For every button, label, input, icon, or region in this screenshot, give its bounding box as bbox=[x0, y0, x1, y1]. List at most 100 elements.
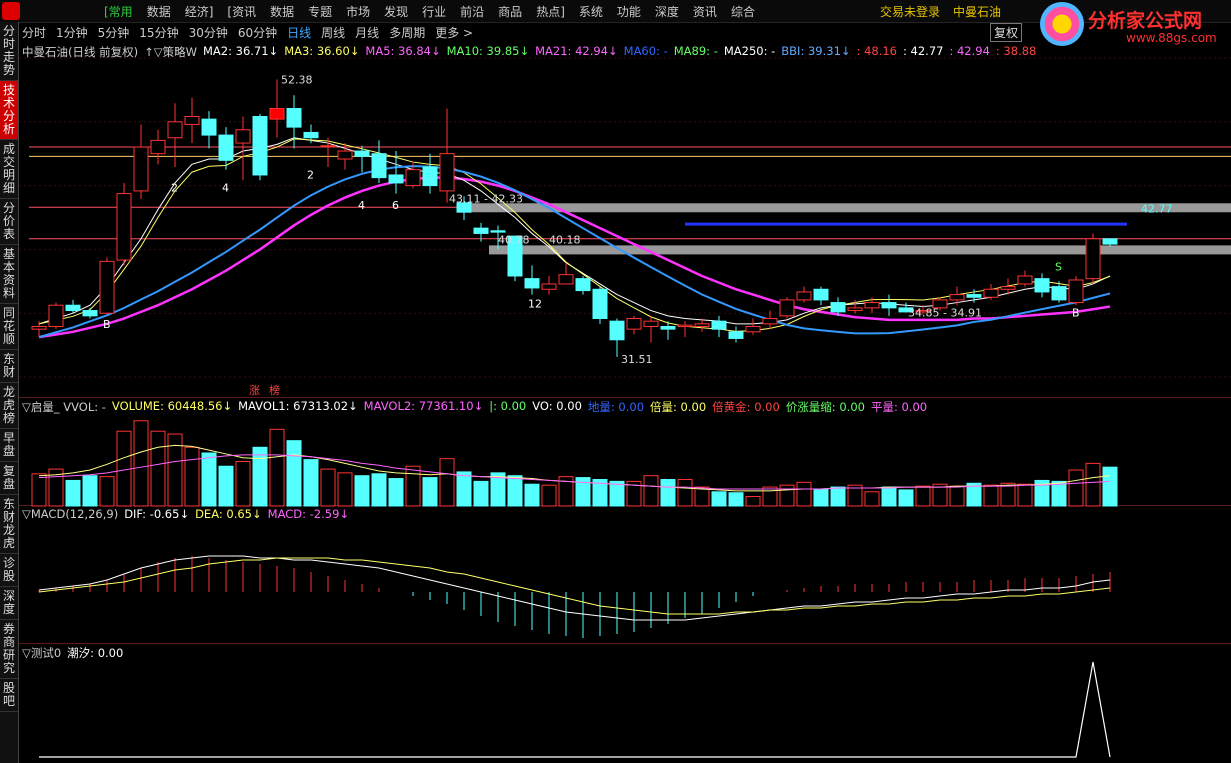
candle-body bbox=[337, 150, 353, 160]
sidebar-item[interactable]: 复盘 bbox=[0, 462, 18, 495]
sidebar-item[interactable]: 成交明细 bbox=[0, 140, 18, 199]
volume-bar bbox=[541, 484, 557, 507]
candle-body bbox=[218, 134, 234, 161]
price-annotation: 43.11 - 42.33 bbox=[449, 193, 523, 206]
price-annotation: B bbox=[103, 318, 111, 331]
sidebar-item[interactable]: 东财龙虎 bbox=[0, 495, 18, 554]
chart-canvas[interactable]: 52.38 43.11 - 42.33 40.78 40.18 31.51 34.85 -… bbox=[19, 22, 1231, 763]
candle-body bbox=[949, 294, 965, 301]
volume-bar bbox=[694, 486, 710, 507]
volume-bar bbox=[796, 481, 812, 507]
menu-item[interactable]: 功能 bbox=[617, 3, 641, 20]
menu-item[interactable]: 数据 bbox=[147, 3, 171, 20]
sidebar-item[interactable]: 东财 bbox=[0, 350, 18, 383]
candle-body bbox=[286, 108, 302, 128]
menu-item[interactable]: 深度 bbox=[655, 3, 679, 20]
candle-body bbox=[541, 283, 557, 290]
gray-band bbox=[471, 203, 1231, 213]
candle-body bbox=[592, 288, 608, 320]
app-logo-icon[interactable] bbox=[2, 2, 20, 20]
candle-body bbox=[830, 302, 846, 313]
candle-body bbox=[626, 318, 642, 330]
menu-item[interactable]: [资讯 bbox=[227, 3, 256, 20]
sidebar-item[interactable]: 早盘 bbox=[0, 429, 18, 462]
candle-body bbox=[303, 131, 319, 139]
mavol1-line bbox=[38, 444, 1111, 492]
candle-body bbox=[694, 323, 710, 327]
sidebar-item[interactable]: 分时走势 bbox=[0, 22, 18, 81]
mavol2-line bbox=[38, 454, 1111, 490]
menu-item[interactable]: [常用 bbox=[104, 3, 133, 20]
volume-bar bbox=[915, 485, 931, 507]
volume-bar bbox=[1068, 469, 1084, 507]
menu-item[interactable]: 综合 bbox=[731, 3, 755, 20]
sidebar-item[interactable]: 龙虎榜 bbox=[0, 383, 18, 429]
candle-body bbox=[711, 320, 727, 330]
tide-line bbox=[39, 661, 1111, 758]
volume-bar bbox=[286, 440, 302, 507]
menu-item[interactable]: 行业 bbox=[422, 3, 446, 20]
candle-body bbox=[745, 325, 761, 333]
volume-bar bbox=[269, 428, 285, 507]
login-status[interactable]: 交易未登录 bbox=[880, 3, 940, 20]
menu-item[interactable]: 经济] bbox=[185, 3, 214, 20]
candle-body bbox=[167, 121, 183, 139]
sidebar-item[interactable]: 券商研究 bbox=[0, 620, 18, 679]
menu-item[interactable]: 商品 bbox=[498, 3, 522, 20]
menu-item[interactable]: 前沿 bbox=[460, 3, 484, 20]
volume-bar bbox=[320, 468, 336, 507]
volume-bar bbox=[422, 477, 438, 507]
menu-item[interactable]: 系统 bbox=[579, 3, 603, 20]
candle-body bbox=[473, 227, 489, 234]
price-annotation: B bbox=[1072, 307, 1080, 320]
candle-body bbox=[1034, 278, 1050, 293]
sidebar-item[interactable]: 股吧 bbox=[0, 679, 18, 712]
volume-bar bbox=[1085, 462, 1101, 507]
volume-bar bbox=[643, 475, 659, 507]
menu-item[interactable]: 热点] bbox=[536, 3, 565, 20]
volume-bar bbox=[184, 446, 200, 507]
volume-bar bbox=[82, 475, 98, 507]
menu-item[interactable]: 数据 bbox=[270, 3, 294, 20]
candle-body bbox=[864, 302, 880, 309]
sidebar-item[interactable]: 分价表 bbox=[0, 199, 18, 245]
sidebar-item[interactable]: 基本资料 bbox=[0, 245, 18, 304]
candle-body bbox=[201, 118, 217, 136]
sidebar-item[interactable]: 诊股 bbox=[0, 554, 18, 587]
volume-bar bbox=[99, 476, 115, 507]
volume-bar bbox=[983, 484, 999, 507]
candle-body bbox=[779, 299, 795, 317]
menu-item[interactable]: 资讯 bbox=[693, 3, 717, 20]
candle-body bbox=[1000, 286, 1016, 290]
price-annotation: 40.78 bbox=[498, 234, 530, 247]
candle-body bbox=[439, 153, 455, 192]
menu-item[interactable]: 专题 bbox=[308, 3, 332, 20]
price-annotation: 12 bbox=[528, 297, 542, 310]
candle-body bbox=[150, 139, 166, 155]
candle-body bbox=[82, 310, 98, 317]
candle-body bbox=[1051, 286, 1067, 301]
volume-bar bbox=[779, 484, 795, 507]
candle-body bbox=[796, 291, 812, 301]
volume-bar bbox=[201, 452, 217, 507]
sidebar-item[interactable]: 同花顺 bbox=[0, 304, 18, 350]
candle-body bbox=[966, 294, 982, 298]
candle-body bbox=[983, 288, 999, 298]
limit-up-label: 榜 bbox=[269, 383, 280, 397]
menu-item[interactable]: 市场 bbox=[346, 3, 370, 20]
price-annotation: S bbox=[1055, 261, 1062, 274]
left-sidebar: 分时走势 技术分析 成交明细 分价表 基本资料 同花顺 东财 龙虎榜 早盘 复盘 东财龙虎 诊股 深度券… bbox=[0, 22, 19, 763]
volume-bar bbox=[898, 489, 914, 507]
volume-bar bbox=[388, 478, 404, 507]
volume-bar bbox=[439, 458, 455, 507]
sidebar-item[interactable]: 深度 bbox=[0, 587, 18, 620]
candle-body bbox=[269, 108, 285, 120]
menu-item[interactable]: 发现 bbox=[384, 3, 408, 20]
price-annotation: 34.85 - 34.91 bbox=[908, 307, 982, 320]
candle-body bbox=[677, 324, 693, 327]
candle-body bbox=[1085, 238, 1101, 280]
candle-body bbox=[48, 304, 64, 327]
sidebar-item[interactable]: 技术分析 bbox=[0, 81, 18, 140]
volume-bar bbox=[133, 420, 149, 507]
price-annotation: 4 bbox=[358, 199, 365, 212]
